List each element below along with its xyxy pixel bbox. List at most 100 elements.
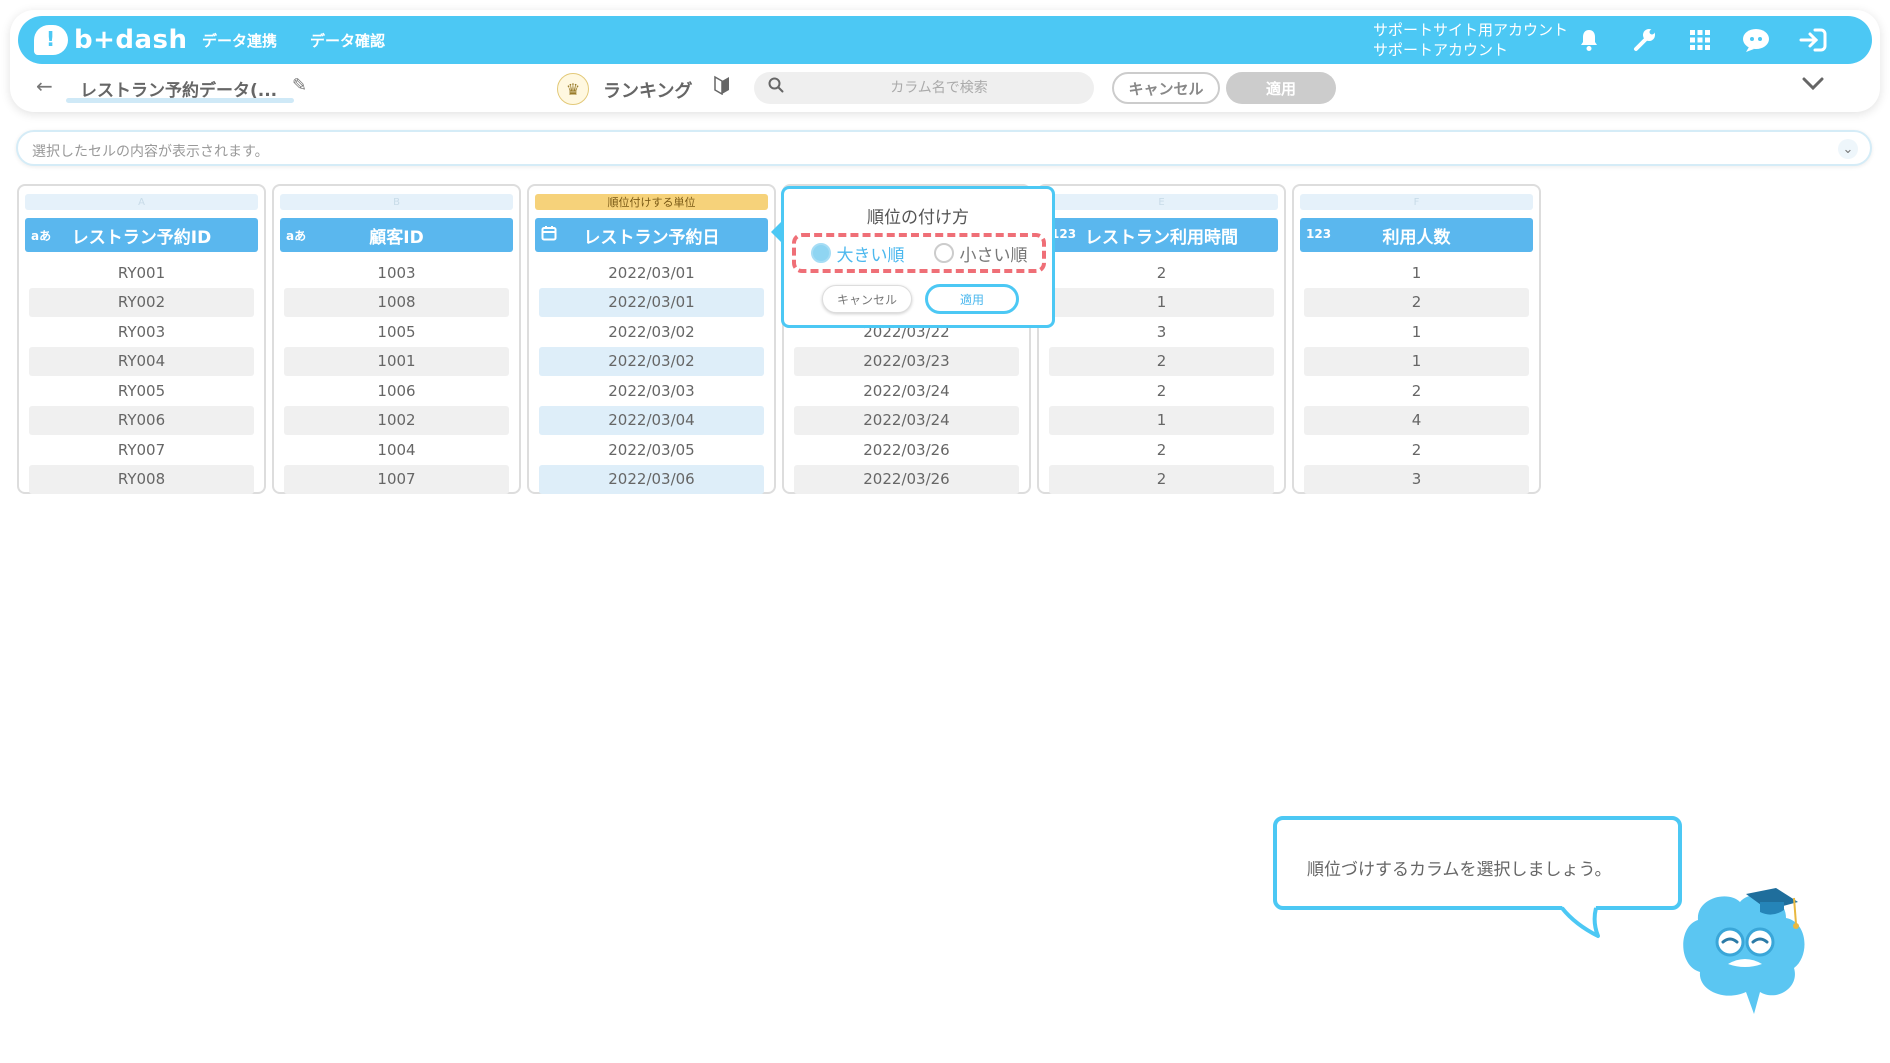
- table-cell[interactable]: RY002: [29, 287, 254, 317]
- table-cell[interactable]: RY003: [29, 317, 254, 347]
- column-card-b[interactable]: B aあ 顧客ID 1003 1008 1005 1001 1006 1002 …: [272, 184, 521, 494]
- bell-icon[interactable]: [1574, 25, 1604, 55]
- table-cell[interactable]: 2022/03/24: [794, 376, 1019, 406]
- column-header[interactable]: レストラン予約日: [535, 218, 768, 252]
- table-cell[interactable]: 2022/03/02: [539, 346, 764, 376]
- table-cell[interactable]: 4: [1304, 405, 1529, 435]
- table-cell[interactable]: 2022/03/03: [539, 376, 764, 406]
- tip-bubble: 順位づけするカラムを選択しましょう。: [1273, 816, 1682, 910]
- table-cell[interactable]: 3: [1049, 317, 1274, 347]
- table-cell[interactable]: RY006: [29, 405, 254, 435]
- column-name: 顧客ID: [369, 227, 424, 248]
- table-cell[interactable]: 1: [1304, 317, 1529, 347]
- table-cell[interactable]: 2: [1049, 376, 1274, 406]
- table-cell[interactable]: 2022/03/05: [539, 435, 764, 465]
- table-cell[interactable]: 1003: [284, 258, 509, 288]
- popup-cancel-button[interactable]: キャンセル: [822, 285, 912, 313]
- table-cell[interactable]: 1: [1304, 346, 1529, 376]
- table-cell[interactable]: 1007: [284, 464, 509, 494]
- cell-content-bar[interactable]: 選択したセルの内容が表示されます。 ⌄: [16, 130, 1872, 166]
- column-name: レストラン予約ID: [71, 227, 212, 248]
- order-asc-option[interactable]: 小さい順: [933, 241, 1028, 266]
- logout-icon[interactable]: [1798, 25, 1828, 55]
- chat-icon[interactable]: [1741, 25, 1771, 55]
- table-cell[interactable]: RY001: [29, 258, 254, 288]
- grid-icon[interactable]: [1685, 25, 1715, 55]
- mascot-character-icon: [1683, 888, 1805, 1014]
- table-cell[interactable]: 2: [1304, 435, 1529, 465]
- table-cell[interactable]: 2022/03/24: [794, 405, 1019, 435]
- column-letter: F: [1300, 194, 1533, 210]
- order-options-highlight: 大きい順 小さい順: [792, 233, 1046, 273]
- column-header[interactable]: 123 レストラン利用時間: [1045, 218, 1278, 252]
- table-cell[interactable]: 2022/03/06: [539, 464, 764, 494]
- table-cell[interactable]: 2: [1304, 376, 1529, 406]
- table-cell[interactable]: 2022/03/01: [539, 287, 764, 317]
- beginner-mark-icon[interactable]: [714, 75, 730, 100]
- account-user: サポートアカウント: [1373, 41, 1509, 59]
- table-cell[interactable]: 2: [1049, 258, 1274, 288]
- mode-label: ランキング: [603, 81, 693, 102]
- table-cell[interactable]: RY005: [29, 376, 254, 406]
- table-cell[interactable]: RY004: [29, 346, 254, 376]
- expand-chevron-icon[interactable]: ⌄: [1838, 139, 1858, 159]
- edit-pencil-icon[interactable]: ✎: [292, 75, 307, 96]
- account-info[interactable]: サポートサイト用アカウント サポートアカウント: [1373, 20, 1568, 60]
- table-cell[interactable]: 1006: [284, 376, 509, 406]
- order-desc-option[interactable]: 大きい順: [810, 241, 905, 266]
- column-letter: B: [280, 194, 513, 210]
- table-cell[interactable]: 2022/03/26: [794, 464, 1019, 494]
- table-cell[interactable]: 1002: [284, 405, 509, 435]
- logo-text: b+dash: [74, 25, 188, 55]
- table-cell[interactable]: RY008: [29, 464, 254, 494]
- table-cell[interactable]: 1005: [284, 317, 509, 347]
- popup-apply-button[interactable]: 適用: [925, 284, 1019, 314]
- popup-title: 順位の付け方: [867, 208, 969, 228]
- top-navigation-bar: b+dash データ連携 データ確認 サポートサイト用アカウント サポートアカウ…: [18, 16, 1872, 64]
- column-search-box[interactable]: [754, 72, 1094, 104]
- table-cell[interactable]: 3: [1304, 464, 1529, 494]
- table-cell[interactable]: 1008: [284, 287, 509, 317]
- column-header[interactable]: aあ 顧客ID: [280, 218, 513, 252]
- table-cell[interactable]: 2: [1304, 287, 1529, 317]
- table-cell[interactable]: 1004: [284, 435, 509, 465]
- table-cell[interactable]: 1: [1049, 405, 1274, 435]
- table-cell[interactable]: 2022/03/23: [794, 346, 1019, 376]
- file-title-underline: [66, 98, 294, 103]
- logo[interactable]: b+dash: [34, 22, 188, 58]
- table-cell[interactable]: 2022/03/26: [794, 435, 1019, 465]
- calendar-icon: [541, 225, 557, 244]
- column-card-a[interactable]: A aあ レストラン予約ID RY001 RY002 RY003 RY004 R…: [17, 184, 266, 494]
- table-cell[interactable]: 2022/03/01: [539, 258, 764, 288]
- table-cell[interactable]: 2022/03/04: [539, 405, 764, 435]
- column-card-c[interactable]: 順位付けする単位 レストラン予約日 2022/03/01 2022/03/01 …: [527, 184, 776, 494]
- radio-selected-icon[interactable]: [810, 243, 831, 263]
- table-cell[interactable]: 2022/03/02: [539, 317, 764, 347]
- apply-button[interactable]: 適用: [1226, 72, 1336, 104]
- table-cell[interactable]: 1001: [284, 346, 509, 376]
- table-cell[interactable]: 1: [1049, 287, 1274, 317]
- back-arrow-icon[interactable]: ←: [36, 74, 53, 98]
- table-cell[interactable]: 2: [1049, 464, 1274, 494]
- table-cell[interactable]: 2: [1049, 435, 1274, 465]
- column-name: 利用人数: [1382, 227, 1451, 248]
- column-card-e[interactable]: E 123 レストラン利用時間 2 1 3 2 2 1 2 2: [1037, 184, 1286, 494]
- nav-data-integration[interactable]: データ連携: [202, 30, 277, 51]
- cancel-button[interactable]: キャンセル: [1112, 72, 1220, 104]
- column-search-input[interactable]: [794, 72, 1084, 104]
- nav-data-confirm[interactable]: データ確認: [310, 30, 385, 51]
- column-header[interactable]: aあ レストラン予約ID: [25, 218, 258, 252]
- table-cell[interactable]: RY007: [29, 435, 254, 465]
- column-card-f[interactable]: F 123 利用人数 1 2 1 1 2 4 2 3: [1292, 184, 1541, 494]
- table-cell[interactable]: 1: [1304, 258, 1529, 288]
- chevron-down-icon[interactable]: [1802, 72, 1824, 97]
- table-cell[interactable]: 2: [1049, 346, 1274, 376]
- text-type-icon: aあ: [286, 229, 307, 243]
- tip-bubble-tail: [1560, 906, 1600, 938]
- wrench-icon[interactable]: [1630, 25, 1660, 55]
- radio-unselected-icon[interactable]: [933, 243, 954, 263]
- crown-icon: ♛: [557, 73, 589, 105]
- column-header[interactable]: 123 利用人数: [1300, 218, 1533, 252]
- tip-text: 順位づけするカラムを選択しましょう。: [1307, 860, 1612, 880]
- rank-unit-label: 順位付けする単位: [535, 194, 768, 210]
